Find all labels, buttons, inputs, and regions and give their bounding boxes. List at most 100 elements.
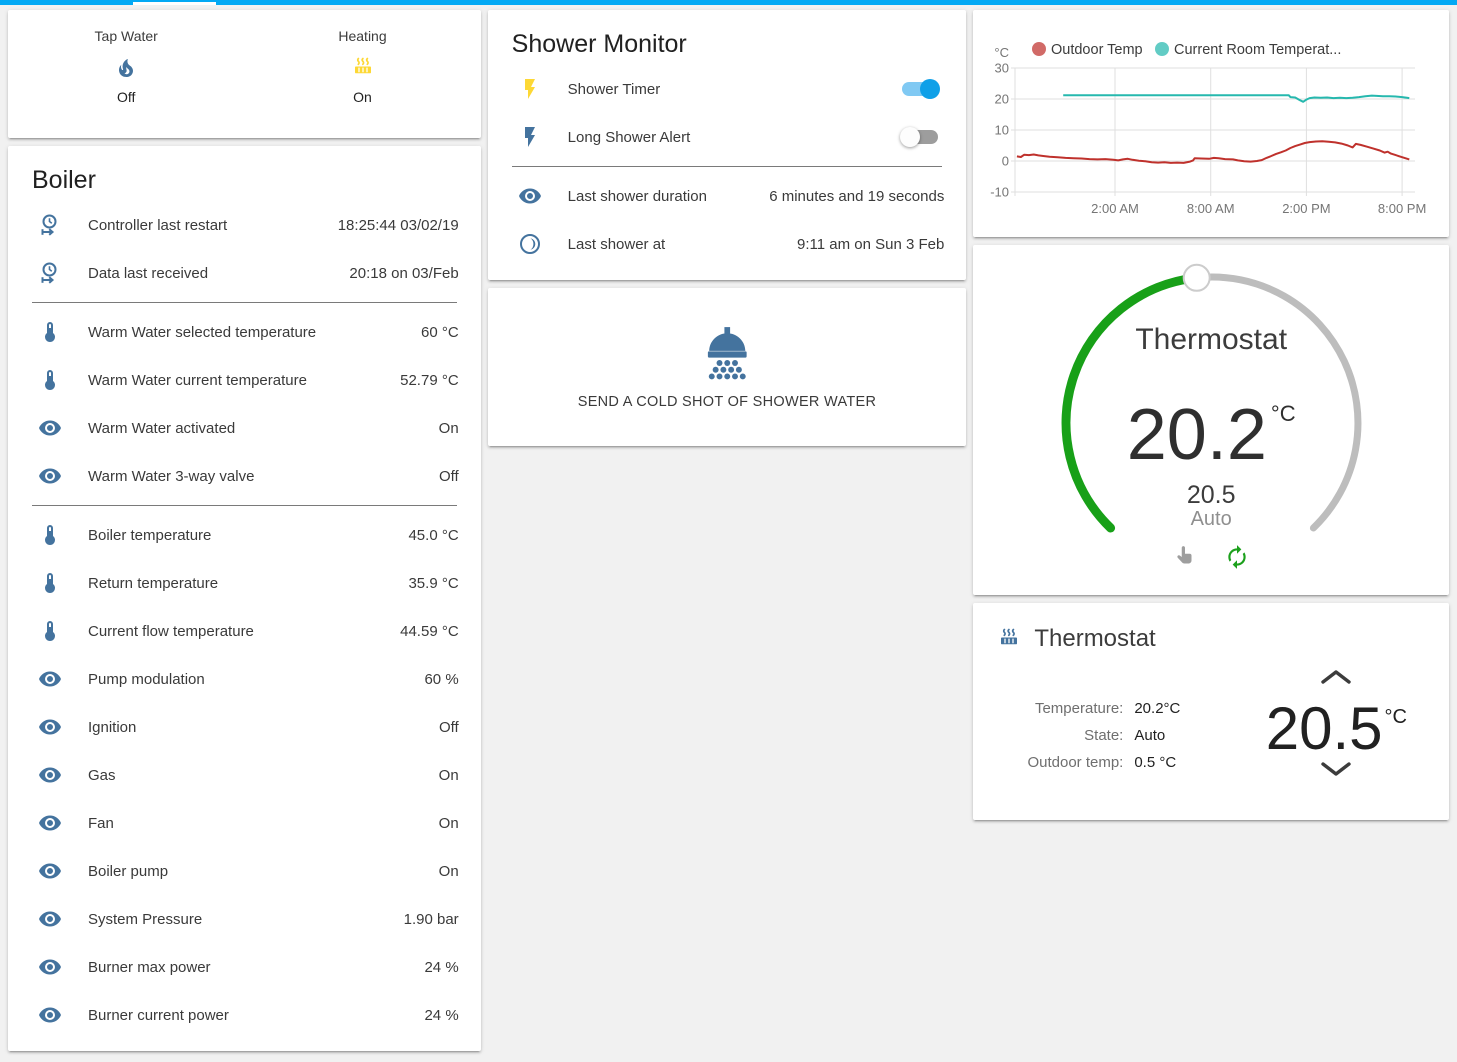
clock-start-icon	[38, 261, 62, 285]
entity-label: Boiler temperature	[88, 527, 211, 544]
active-tab-indicator[interactable]	[133, 2, 216, 6]
flash-icon	[518, 77, 542, 101]
entity-label: Shower Timer	[568, 81, 661, 98]
thermostat-card: Thermostat Temperature:20.2°CState:AutoO…	[973, 603, 1449, 820]
glance-item-state: Off	[117, 89, 135, 105]
divider	[32, 505, 457, 506]
entity-row[interactable]: Warm Water selected temperature 60 °C	[24, 308, 465, 356]
svg-text:8:00 AM: 8:00 AM	[1187, 201, 1235, 216]
entity-value: 18:25:44 03/02/19	[338, 217, 459, 234]
entity-row[interactable]: Gas On	[24, 751, 465, 799]
entity-row[interactable]: Pump modulation60 %	[24, 655, 465, 703]
eye-icon	[38, 763, 62, 787]
glance-item-name: Tap Water	[95, 28, 158, 44]
entity-row[interactable]: IgnitionOff	[24, 703, 465, 751]
series-line-0	[1017, 141, 1409, 163]
entity-value: 20:18 on 03/Feb	[349, 265, 458, 282]
entity-label: Data last received	[88, 265, 208, 282]
entity-label: Gas	[88, 767, 116, 784]
entity-label: Warm Water 3-way valve	[88, 468, 254, 485]
legend-label: Current Room Temperat...	[1174, 42, 1341, 58]
entity-row[interactable]: Burner max power24 %	[24, 943, 465, 991]
attribute-label: State:	[973, 722, 1123, 749]
entity-row[interactable]: System Pressure1.90 bar	[24, 895, 465, 943]
eye-icon	[38, 907, 62, 931]
thermostat-dial-card: Thermostat 20.2°C 20.5 Auto	[973, 245, 1449, 595]
toggle-switch[interactable]	[902, 130, 938, 144]
entity-label: Last shower at	[568, 236, 666, 253]
entity-label: Warm Water selected temperature	[88, 324, 316, 341]
svg-text:10: 10	[995, 123, 1009, 138]
chevron-up-icon[interactable]	[1319, 669, 1353, 685]
eye-icon	[518, 184, 542, 208]
svg-text:°C: °C	[995, 45, 1010, 60]
target-temperature-control: 20.5°C	[1251, 669, 1421, 777]
entity-label: Return temperature	[88, 575, 218, 592]
entity-row[interactable]: Warm Water current temperature52.79 °C	[24, 356, 465, 404]
entity-value: 60 °C	[421, 324, 459, 341]
attribute-row: Temperature:20.2°C	[973, 695, 1180, 722]
dial-handle[interactable]	[1184, 265, 1210, 291]
entity-label: Boiler pump	[88, 863, 168, 880]
entity-label: Ignition	[88, 719, 136, 736]
flash-icon	[518, 125, 542, 149]
entity-row[interactable]: Warm Water 3-way valve Off	[24, 452, 465, 500]
legend-dot	[1155, 42, 1169, 56]
entity-row[interactable]: Boiler pump On	[24, 847, 465, 895]
entity-label: Pump modulation	[88, 671, 205, 688]
thermostat-card-title: Thermostat	[1034, 625, 1155, 653]
entity-label: Last shower duration	[568, 188, 707, 205]
dashboard: Tap WaterOffHeatingOn Boiler Controller …	[0, 5, 1457, 1059]
glance-item-tap-water[interactable]: Tap Water Off	[8, 10, 244, 138]
thermometer-icon	[38, 368, 62, 392]
thermometer-icon	[38, 619, 62, 643]
history-chart-card: 3020100-102:00 AM8:00 AM2:00 PM8:00 PM°C…	[973, 10, 1449, 237]
shower-monitor-card: Shower Monitor Shower Timer Long Shower A…	[488, 10, 967, 280]
glance-item-name: Heating	[338, 28, 386, 44]
dial-unit: °C	[1271, 401, 1296, 426]
eye-icon	[38, 1003, 62, 1027]
glance-item-heating[interactable]: HeatingOn	[244, 10, 480, 138]
toggle-switch[interactable]	[902, 82, 938, 96]
dial-target-temperature: 20.5	[973, 481, 1449, 510]
entity-row[interactable]: Controller last restart18:25:44 03/02/19	[24, 201, 465, 249]
eye-icon	[38, 955, 62, 979]
entity-value: On	[439, 863, 459, 880]
dial-mode-buttons	[973, 544, 1449, 570]
entity-row[interactable]: Current flow temperature44.59 °C	[24, 607, 465, 655]
entity-row[interactable]: Last shower duration6 minutes and 19 sec…	[504, 172, 951, 220]
entity-value: 35.9 °C	[408, 575, 458, 592]
entity-value: 24 %	[424, 959, 458, 976]
shower-monitor-title: Shower Monitor	[512, 30, 951, 59]
divider	[32, 302, 457, 303]
manual-mode-hand-icon[interactable]	[1172, 544, 1198, 570]
entity-value: Off	[439, 468, 459, 485]
chevron-down-icon[interactable]	[1319, 761, 1353, 777]
entity-row[interactable]: Boiler temperature45.0 °C	[24, 511, 465, 559]
shower-button-card[interactable]: SEND A COLD SHOT OF SHOWER WATER	[488, 288, 967, 446]
thermostat-card-header: Thermostat	[997, 625, 1155, 653]
entity-value: On	[439, 767, 459, 784]
legend-label: Outdoor Temp	[1051, 42, 1143, 58]
moon-icon	[518, 232, 542, 256]
entity-value: On	[439, 420, 459, 437]
fire-icon	[114, 56, 138, 80]
target-unit: °C	[1385, 706, 1407, 728]
entity-row[interactable]: FanOn	[24, 799, 465, 847]
boiler-card: Boiler Controller last restart18:25:44 0…	[8, 146, 481, 1051]
entity-row[interactable]: Last shower at 9:11 am on Sun 3 Feb	[504, 220, 951, 268]
radiator-icon	[997, 627, 1021, 651]
entity-label: Burner current power	[88, 1007, 229, 1024]
entity-row[interactable]: Data last received 20:18 on 03/Feb	[24, 249, 465, 297]
attribute-row: State:Auto	[973, 722, 1180, 749]
middle-column: Shower Monitor Shower Timer Long Shower A…	[488, 10, 967, 454]
dial-title: Thermostat	[973, 323, 1449, 357]
entity-row[interactable]: Return temperature 35.9 °C	[24, 559, 465, 607]
left-column: Tap WaterOffHeatingOn Boiler Controller …	[8, 10, 481, 1059]
shower-head-icon	[696, 324, 758, 386]
entity-row[interactable]: Burner current power24 %	[24, 991, 465, 1039]
entity-row: Long Shower Alert	[504, 113, 951, 161]
entity-row[interactable]: Warm Water activatedOn	[24, 404, 465, 452]
entity-value: 9:11 am on Sun 3 Feb	[797, 236, 944, 253]
auto-mode-autorenew-icon[interactable]	[1224, 544, 1250, 570]
